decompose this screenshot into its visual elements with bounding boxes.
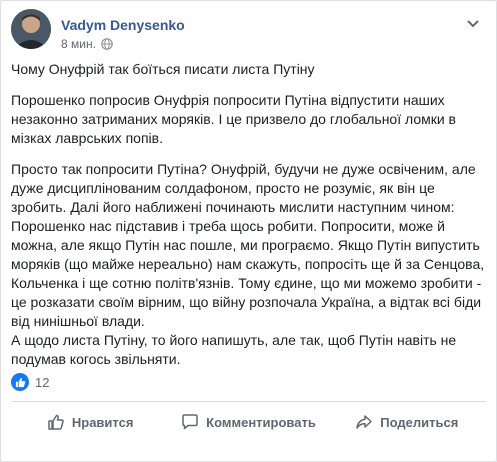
post-header: Vadym Denysenko 8 мин. <box>11 9 481 53</box>
reaction-summary[interactable]: 12 <box>11 372 49 392</box>
post-timestamp[interactable]: 8 мин. <box>61 36 96 52</box>
comment-button-label: Комментировать <box>206 414 316 430</box>
thumbs-up-icon <box>48 414 64 430</box>
post-paragraph-2: Порошенко попросив Онуфрія попросити Пут… <box>11 92 456 146</box>
post-options-chevron-icon[interactable] <box>465 15 481 31</box>
share-button[interactable]: Поделиться <box>328 403 486 441</box>
like-button-label: Нравится <box>71 414 134 430</box>
share-icon <box>356 415 373 429</box>
reaction-count: 12 <box>35 374 50 390</box>
author-name[interactable]: Vadym Denysenko <box>61 16 185 34</box>
post-meta: 8 мин. <box>61 36 113 52</box>
like-button[interactable]: Нравится <box>11 403 169 441</box>
post-card: Vadym Denysenko 8 мин. Чому Онуфрій так … <box>0 0 497 462</box>
post-body: Чому Онуфрій так боїться писати листа Пу… <box>11 60 487 381</box>
action-bar: Нравится Комментировать Поделиться <box>11 403 486 441</box>
divider <box>11 401 486 402</box>
comment-button[interactable]: Комментировать <box>169 403 327 441</box>
like-icon <box>11 373 29 391</box>
comment-icon <box>182 414 198 430</box>
globe-icon <box>101 38 113 50</box>
post-paragraph-3: Просто так попросити Путіна? Онуфрій, бу… <box>11 161 485 367</box>
share-button-label: Поделиться <box>380 414 459 430</box>
avatar[interactable] <box>11 9 51 49</box>
post-paragraph-title: Чому Онуфрій так боїться писати листа Пу… <box>11 61 315 77</box>
